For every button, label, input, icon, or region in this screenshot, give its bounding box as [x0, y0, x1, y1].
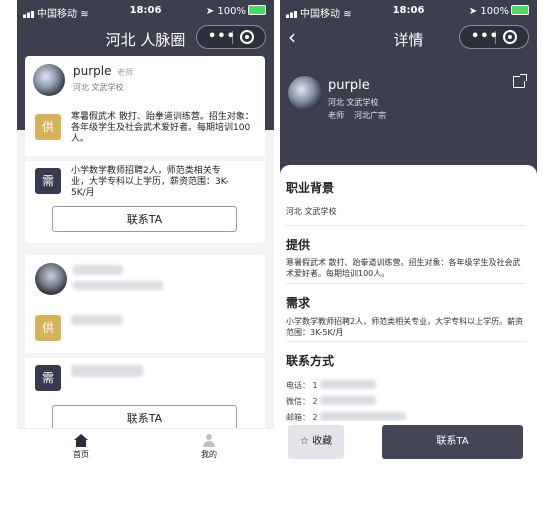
avatar[interactable]: [35, 263, 67, 295]
user-name: purple: [328, 78, 370, 93]
avatar[interactable]: [33, 64, 65, 96]
wechat-row: 微信： 2: [286, 396, 318, 407]
divider: [25, 353, 265, 358]
demand-text-redacted: [71, 365, 143, 377]
share-icon[interactable]: [513, 74, 527, 88]
profile-card[interactable]: purple 老师 河北 文武学校 供 寒暑假武术 散打、跆拳道训练营。招生对象…: [25, 56, 265, 243]
detail-sheet: 职业背景 河北 文武学校 提供 寒暑假武术 散打、跆拳道训练营。招生对象：各年级…: [280, 165, 537, 463]
wechat-label: 微信：: [286, 397, 310, 406]
divider: [286, 283, 526, 284]
email-redacted: [320, 412, 406, 421]
close-miniprogram-icon[interactable]: [503, 30, 517, 44]
favorite-button[interactable]: ☆ 收藏: [288, 425, 344, 459]
user-name-redacted: [73, 265, 123, 275]
phone-row: 电话： 1: [286, 380, 318, 391]
supply-text-redacted: [71, 315, 123, 325]
mini-program-capsule[interactable]: •••: [459, 25, 529, 49]
location-icon: ➤: [205, 6, 215, 17]
battery-icon: [248, 5, 266, 15]
capsule-divider: [232, 31, 233, 44]
battery-icon: [511, 5, 529, 15]
background-text: 河北 文武学校: [286, 207, 337, 216]
tab-home[interactable]: 首页: [51, 431, 111, 460]
background-title: 职业背景: [286, 181, 335, 195]
user-org: 河北 文武学校: [73, 83, 124, 92]
divider: [286, 225, 526, 226]
user-org-redacted: [73, 281, 163, 290]
demand-badge: 需: [35, 365, 61, 391]
phone-redacted: [320, 380, 376, 389]
favorite-label: 收藏: [312, 436, 333, 447]
contact-button[interactable]: 联系TA: [382, 425, 523, 459]
demand-text: 小学数学教师招聘2人，师范类相关专业，大学专科以上学历，薪资范围：3K-5K/月: [71, 166, 229, 198]
supply-badge: 供: [35, 114, 61, 140]
demand-badge: 需: [35, 168, 61, 194]
user-role: 老师: [117, 68, 133, 77]
capsule-divider: [495, 31, 496, 44]
tab-home-label: 首页: [73, 450, 89, 459]
phone-value[interactable]: 1: [313, 381, 318, 390]
tab-bar: 首页 我的: [17, 428, 274, 463]
action-bar: ☆ 收藏 联系TA: [280, 421, 537, 463]
wechat-redacted: [320, 396, 376, 405]
contact-title: 联系方式: [286, 354, 335, 368]
detail-screen: 中国移动 ≋ 18:06 ➤ 100% ‹ 详情 ••• purple 河北 文…: [280, 0, 537, 463]
supply-title: 提供: [286, 238, 311, 252]
supply-badge: 供: [35, 315, 61, 341]
phone-label: 电话：: [286, 381, 310, 390]
contact-button[interactable]: 联系TA: [52, 206, 237, 232]
tab-mine[interactable]: 我的: [179, 431, 239, 460]
profile-card[interactable]: 供 需 联系TA: [25, 255, 265, 455]
star-icon: ☆: [299, 436, 309, 447]
user-icon: [202, 434, 216, 447]
avatar[interactable]: [288, 76, 322, 110]
home-icon: [74, 434, 88, 447]
tab-mine-label: 我的: [201, 450, 217, 459]
mini-program-capsule[interactable]: •••: [196, 25, 266, 49]
divider: [25, 156, 265, 161]
status-bar: 中国移动 ≋ 18:06 ➤ 100%: [17, 0, 274, 20]
demand-title: 需求: [286, 296, 311, 310]
user-org: 河北 文武学校: [328, 98, 379, 107]
supply-text: 寒暑假武术 散打、跆拳道训练营。招生对象：各年级学生及社会武术爱好者。每期培训1…: [71, 112, 254, 144]
list-screen: 中国移动 ≋ 18:06 ➤ 100% 河北 人脉圈 ••• purple 老师…: [17, 0, 274, 463]
location-icon: ➤: [468, 6, 478, 17]
demand-text: 小学数学教师招聘2人，师范类相关专业，大学专科以上学历。薪资范围：3K-5K/月: [286, 317, 524, 337]
close-miniprogram-icon[interactable]: [240, 30, 254, 44]
status-bar: 中国移动 ≋ 18:06 ➤ 100%: [280, 0, 537, 20]
nav-bar: 河北 人脉圈 •••: [17, 20, 274, 56]
user-role-region: 老师 河北广宗: [328, 111, 387, 120]
battery-percent: 100%: [217, 6, 246, 17]
nav-bar: ‹ 详情 •••: [280, 20, 537, 56]
battery-percent: 100%: [480, 6, 509, 17]
divider: [286, 341, 526, 342]
user-name: purple: [73, 64, 112, 78]
supply-text: 寒暑假武术 散打、跆拳道训练营。招生对象：各年级学生及社会武术爱好者。每期培训1…: [286, 258, 521, 278]
wechat-value[interactable]: 2: [313, 397, 318, 406]
